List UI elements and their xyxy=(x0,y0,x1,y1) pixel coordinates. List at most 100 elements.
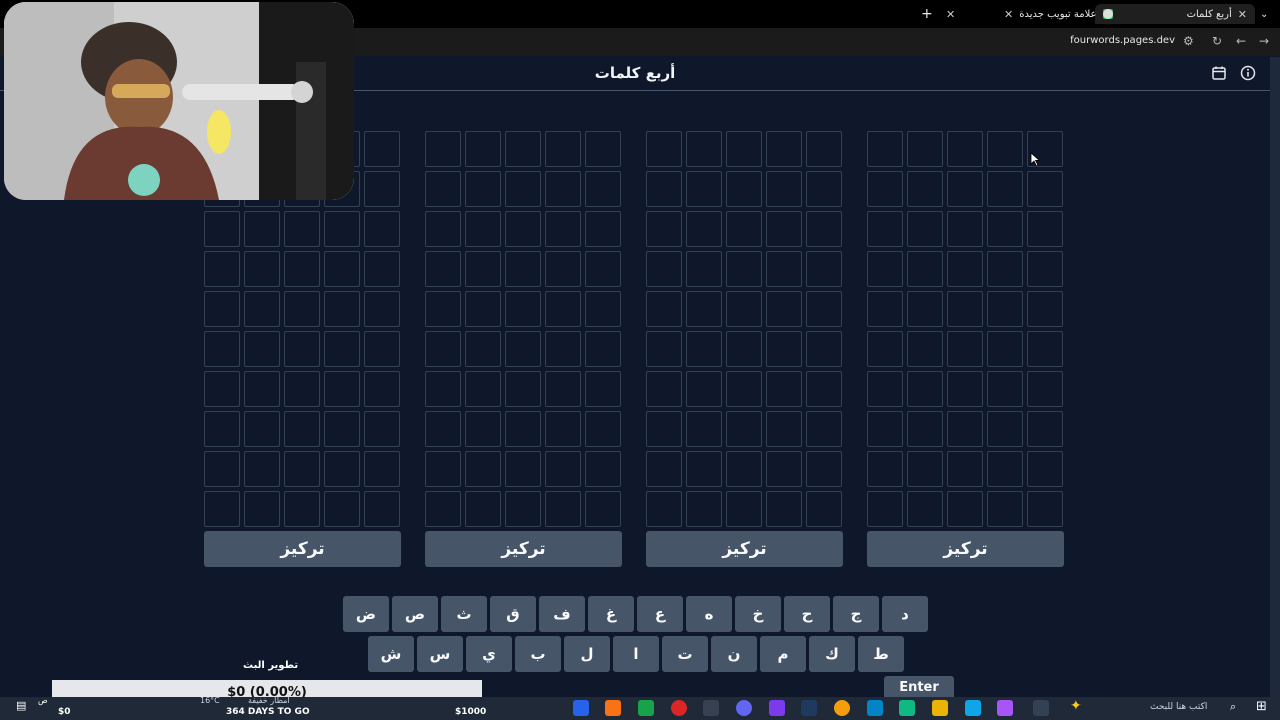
key[interactable]: خ xyxy=(735,596,781,632)
letter-cell xyxy=(585,211,621,247)
key[interactable]: ق xyxy=(490,596,536,632)
steam-icon[interactable] xyxy=(801,700,817,716)
letter-cell xyxy=(505,291,541,327)
letter-cell xyxy=(947,451,983,487)
app-icon[interactable] xyxy=(605,700,621,716)
letter-cell xyxy=(545,451,581,487)
board-grid xyxy=(867,131,1067,527)
key[interactable]: د xyxy=(882,596,928,632)
key[interactable]: ص xyxy=(392,596,438,632)
letter-cell xyxy=(686,491,722,527)
calendar-icon[interactable] xyxy=(1211,65,1227,81)
focus-button[interactable]: تركيز xyxy=(204,531,401,567)
app-icon[interactable] xyxy=(573,700,589,716)
obs-icon[interactable] xyxy=(671,700,687,716)
task-view-icon[interactable] xyxy=(1033,700,1049,716)
url-field[interactable]: fourwords.pages.dev xyxy=(1070,35,1175,46)
reload-icon[interactable]: ↻ xyxy=(1212,34,1222,48)
letter-cell xyxy=(545,171,581,207)
board-grid xyxy=(425,131,625,527)
letter-cell xyxy=(987,211,1023,247)
app-icon[interactable] xyxy=(769,700,785,716)
letter-cell xyxy=(806,291,842,327)
back-arrow-icon[interactable]: → xyxy=(1259,34,1269,48)
letter-cell xyxy=(726,211,762,247)
letter-cell xyxy=(766,411,802,447)
letter-cell xyxy=(204,211,240,247)
letter-cell xyxy=(1027,451,1063,487)
key[interactable]: ي xyxy=(466,636,512,672)
close-tab-icon[interactable]: ✕ xyxy=(946,4,955,24)
letter-cell xyxy=(907,331,943,367)
info-icon[interactable] xyxy=(1240,65,1256,81)
letter-cell xyxy=(545,331,581,367)
letter-cell xyxy=(947,251,983,287)
key[interactable]: ج xyxy=(833,596,879,632)
tab-new-tab[interactable]: ✕ علامة تبويب جديدة xyxy=(1004,4,1114,24)
app-icon[interactable] xyxy=(638,700,654,716)
key[interactable]: ط xyxy=(858,636,904,672)
letter-cell xyxy=(806,171,842,207)
outlook-icon[interactable] xyxy=(867,700,883,716)
letter-cell xyxy=(364,491,400,527)
edge-icon[interactable] xyxy=(965,700,981,716)
key[interactable]: م xyxy=(760,636,806,672)
letter-cell xyxy=(646,371,682,407)
enter-key[interactable]: Enter xyxy=(884,676,954,697)
windows-start-icon[interactable]: ⊞ xyxy=(1256,699,1267,714)
key[interactable]: ض xyxy=(343,596,389,632)
letter-cell xyxy=(1027,491,1063,527)
key[interactable]: ب xyxy=(515,636,561,672)
key[interactable]: ك xyxy=(809,636,855,672)
key[interactable]: ع xyxy=(637,596,683,632)
tab-search-chevron-icon[interactable]: ⌄ xyxy=(1260,4,1268,24)
key[interactable]: ل xyxy=(564,636,610,672)
letter-cell xyxy=(465,371,501,407)
store-icon[interactable] xyxy=(899,700,915,716)
close-tab-icon[interactable]: ✕ xyxy=(1238,8,1247,21)
letter-cell xyxy=(244,371,280,407)
key[interactable]: س xyxy=(417,636,463,672)
key[interactable]: ه xyxy=(686,596,732,632)
letter-cell xyxy=(867,491,903,527)
key[interactable]: ف xyxy=(539,596,585,632)
site-settings-icon[interactable]: ⚙ xyxy=(1183,34,1194,48)
letter-cell xyxy=(766,371,802,407)
app-icon[interactable] xyxy=(997,700,1013,716)
letter-cell xyxy=(686,451,722,487)
chrome-icon[interactable] xyxy=(834,700,850,716)
focus-button[interactable]: تركيز xyxy=(425,531,622,567)
discord-icon[interactable] xyxy=(736,700,752,716)
focus-button[interactable]: تركيز xyxy=(646,531,843,567)
letter-cell xyxy=(425,491,461,527)
key[interactable]: ث xyxy=(441,596,487,632)
key[interactable]: ح xyxy=(784,596,830,632)
letter-cell xyxy=(284,291,320,327)
close-tab-icon[interactable]: ✕ xyxy=(1004,8,1013,21)
forward-arrow-icon[interactable]: ← xyxy=(1236,34,1246,48)
taskbar-search-input[interactable]: اكتب هنا للبحث xyxy=(1150,702,1207,712)
key[interactable]: ت xyxy=(662,636,708,672)
key[interactable]: غ xyxy=(588,596,634,632)
letter-cell xyxy=(204,291,240,327)
key[interactable]: ش xyxy=(368,636,414,672)
letter-cell xyxy=(585,411,621,447)
letter-cell xyxy=(907,211,943,247)
new-tab-plus-icon[interactable]: + xyxy=(921,4,933,24)
tab-four-words[interactable]: أربع كلمات ✕ xyxy=(1095,4,1255,24)
page-scrollbar[interactable] xyxy=(1270,57,1280,697)
app-icon[interactable] xyxy=(703,700,719,716)
letter-cell xyxy=(646,171,682,207)
key[interactable]: ا xyxy=(613,636,659,672)
weather-description: أمطار خفيفة xyxy=(248,696,290,705)
letter-cell xyxy=(646,331,682,367)
letter-cell xyxy=(907,291,943,327)
letter-cell xyxy=(726,291,762,327)
letter-cell xyxy=(204,371,240,407)
letter-cell xyxy=(585,251,621,287)
focus-button[interactable]: تركيز xyxy=(867,531,1064,567)
notifications-icon[interactable]: ▤ xyxy=(16,699,26,712)
copilot-icon[interactable]: ✦ xyxy=(1070,698,1082,714)
file-explorer-icon[interactable] xyxy=(932,700,948,716)
key[interactable]: ن xyxy=(711,636,757,672)
